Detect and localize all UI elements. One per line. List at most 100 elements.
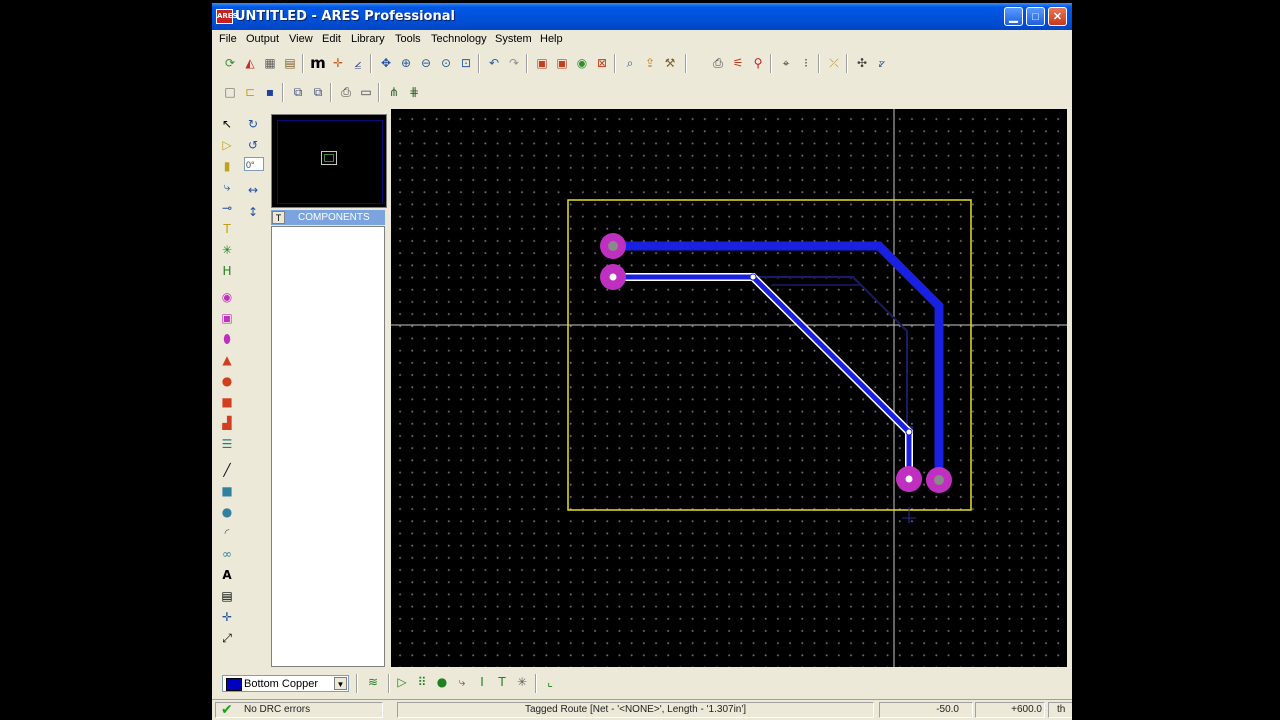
marker-icon[interactable]: ✛: [218, 608, 236, 626]
rect-smt-pad-icon[interactable]: ■: [218, 393, 236, 411]
menu-library[interactable]: Library: [351, 33, 385, 45]
origin-icon[interactable]: ✛: [329, 54, 347, 72]
metric-toggle-icon[interactable]: m: [309, 54, 327, 72]
menu-file[interactable]: File: [219, 33, 237, 45]
menu-view[interactable]: View: [289, 33, 313, 45]
edge-pad-icon[interactable]: ▲: [218, 351, 236, 369]
maximize-button[interactable]: □: [1026, 7, 1045, 26]
selection-mode-icon[interactable]: ↖: [218, 115, 236, 133]
round-pad-icon[interactable]: ◉: [218, 288, 236, 306]
polygon-pad-icon[interactable]: ▟: [218, 414, 236, 432]
track-mode-icon[interactable]: ⤷: [218, 178, 236, 196]
design-rule-icon[interactable]: ✣: [853, 54, 871, 72]
make-package-icon[interactable]: ⇪: [641, 54, 659, 72]
print-icon[interactable]: ⎙: [337, 83, 355, 101]
zoom-all-icon[interactable]: ⊙: [437, 54, 455, 72]
block-delete-icon[interactable]: ⊠: [593, 54, 611, 72]
mirror-vertical-icon[interactable]: ↕: [244, 203, 262, 221]
layer-selector[interactable]: Bottom Copper ▼: [222, 675, 349, 692]
place-via-icon[interactable]: ●: [433, 673, 451, 691]
component-mode-icon[interactable]: ▷: [218, 136, 236, 154]
decompose-icon[interactable]: ⚒: [661, 54, 679, 72]
place-text-icon[interactable]: I: [473, 673, 491, 691]
redo-icon[interactable]: ↷: [505, 54, 523, 72]
pick-parts-icon[interactable]: ⌕: [621, 54, 639, 72]
zoom-in-icon[interactable]: ⊕: [397, 54, 415, 72]
overview-window[interactable]: [271, 114, 387, 208]
tagged-track[interactable]: [613, 274, 912, 479]
layer-stack-icon[interactable]: ≋: [364, 673, 382, 691]
zoom-area-icon[interactable]: ⊡: [457, 54, 475, 72]
track-vertex[interactable]: [749, 273, 757, 281]
place-component-icon[interactable]: ▷: [393, 673, 411, 691]
ares-app-icon[interactable]: ARES: [216, 9, 238, 24]
place-connector-icon[interactable]: ⌞: [541, 673, 559, 691]
mirror-horizontal-icon[interactable]: ↔: [244, 181, 262, 199]
block-copy-icon[interactable]: ▣: [533, 54, 551, 72]
autorouter-icon[interactable]: ⚟: [729, 54, 747, 72]
close-button[interactable]: ✕: [1048, 7, 1067, 26]
flip-icon[interactable]: ◭: [241, 54, 259, 72]
menu-output[interactable]: Output: [246, 33, 279, 45]
dil-pad-icon[interactable]: ⬮: [218, 330, 236, 348]
export-icon[interactable]: ⧉: [309, 83, 327, 101]
tagged-track-outline[interactable]: [613, 273, 913, 479]
block-move-icon[interactable]: ▣: [553, 54, 571, 72]
print-area-icon[interactable]: ▭: [357, 83, 375, 101]
autoplacer-icon[interactable]: ⎙: [709, 54, 727, 72]
circle-graphic-icon[interactable]: ●: [218, 503, 236, 521]
undo-icon[interactable]: ↶: [485, 54, 503, 72]
menu-system[interactable]: System: [495, 33, 532, 45]
zoom-out-icon[interactable]: ⊖: [417, 54, 435, 72]
components-list[interactable]: [271, 226, 385, 667]
arc-graphic-icon[interactable]: ◜: [218, 524, 236, 542]
open-folder-icon[interactable]: ⊏: [241, 83, 259, 101]
connectivity-icon[interactable]: ⤫: [825, 54, 843, 72]
pcb-edit-canvas[interactable]: [391, 109, 1067, 667]
place-route-icon[interactable]: ⠿: [413, 673, 431, 691]
track-vertex[interactable]: [905, 428, 913, 436]
via-mode-icon[interactable]: ⊸: [218, 199, 236, 217]
menu-tools[interactable]: Tools: [395, 33, 421, 45]
tidy-icon[interactable]: ⚲: [749, 54, 767, 72]
place-track-icon[interactable]: ⤷: [453, 673, 471, 691]
power-plane-icon[interactable]: ⦫: [873, 54, 891, 72]
property-assign-icon[interactable]: ⁝: [797, 54, 815, 72]
minimize-button[interactable]: ▁: [1004, 7, 1023, 26]
dimension-icon[interactable]: ⤢: [218, 629, 236, 647]
drc-status[interactable]: ✔ No DRC errors: [215, 702, 383, 718]
false-origin-icon[interactable]: ⦤: [349, 54, 367, 72]
rotate-clockwise-icon[interactable]: ↻: [244, 115, 262, 133]
menu-technology[interactable]: Technology: [431, 33, 487, 45]
box-graphic-icon[interactable]: ■: [218, 482, 236, 500]
place-zone-icon[interactable]: T: [493, 673, 511, 691]
pan-icon[interactable]: ✥: [377, 54, 395, 72]
ratsnest-mode-icon[interactable]: ✳: [218, 241, 236, 259]
symbol-graphic-icon[interactable]: ▤: [218, 587, 236, 605]
rotate-anticlockwise-icon[interactable]: ↺: [244, 136, 262, 154]
line-graphic-icon[interactable]: ╱: [218, 461, 236, 479]
netlist-icon[interactable]: ⋔: [385, 83, 403, 101]
chevron-down-icon[interactable]: ▼: [334, 677, 347, 690]
save-icon[interactable]: ▪: [261, 83, 279, 101]
package-mode-icon[interactable]: ▮: [218, 157, 236, 175]
title-bar[interactable]: ARES UNTITLED - ARES Professional ▁ □ ✕: [212, 3, 1072, 30]
menu-edit[interactable]: Edit: [322, 33, 341, 45]
connectivity-highlight-icon[interactable]: H: [218, 262, 236, 280]
place-ratsnest-icon[interactable]: ✳: [513, 673, 531, 691]
menu-help[interactable]: Help: [540, 33, 563, 45]
block-rotate-icon[interactable]: ◉: [573, 54, 591, 72]
padstack-icon[interactable]: ☰: [218, 435, 236, 453]
refresh-icon[interactable]: ⟳: [221, 54, 239, 72]
square-pad-icon[interactable]: ▣: [218, 309, 236, 327]
new-file-icon[interactable]: □: [221, 83, 239, 101]
selector-mode-button[interactable]: T: [272, 211, 285, 224]
path-graphic-icon[interactable]: ∞: [218, 545, 236, 563]
import-icon[interactable]: ⧉: [289, 83, 307, 101]
layers-icon[interactable]: ▤: [281, 54, 299, 72]
units-indicator[interactable]: th: [1048, 702, 1072, 718]
text-graphic-icon[interactable]: A: [218, 566, 236, 584]
rotation-angle-field[interactable]: 0°: [244, 157, 264, 171]
grid-icon[interactable]: ▦: [261, 54, 279, 72]
bottom-copper-track[interactable]: [613, 241, 944, 480]
